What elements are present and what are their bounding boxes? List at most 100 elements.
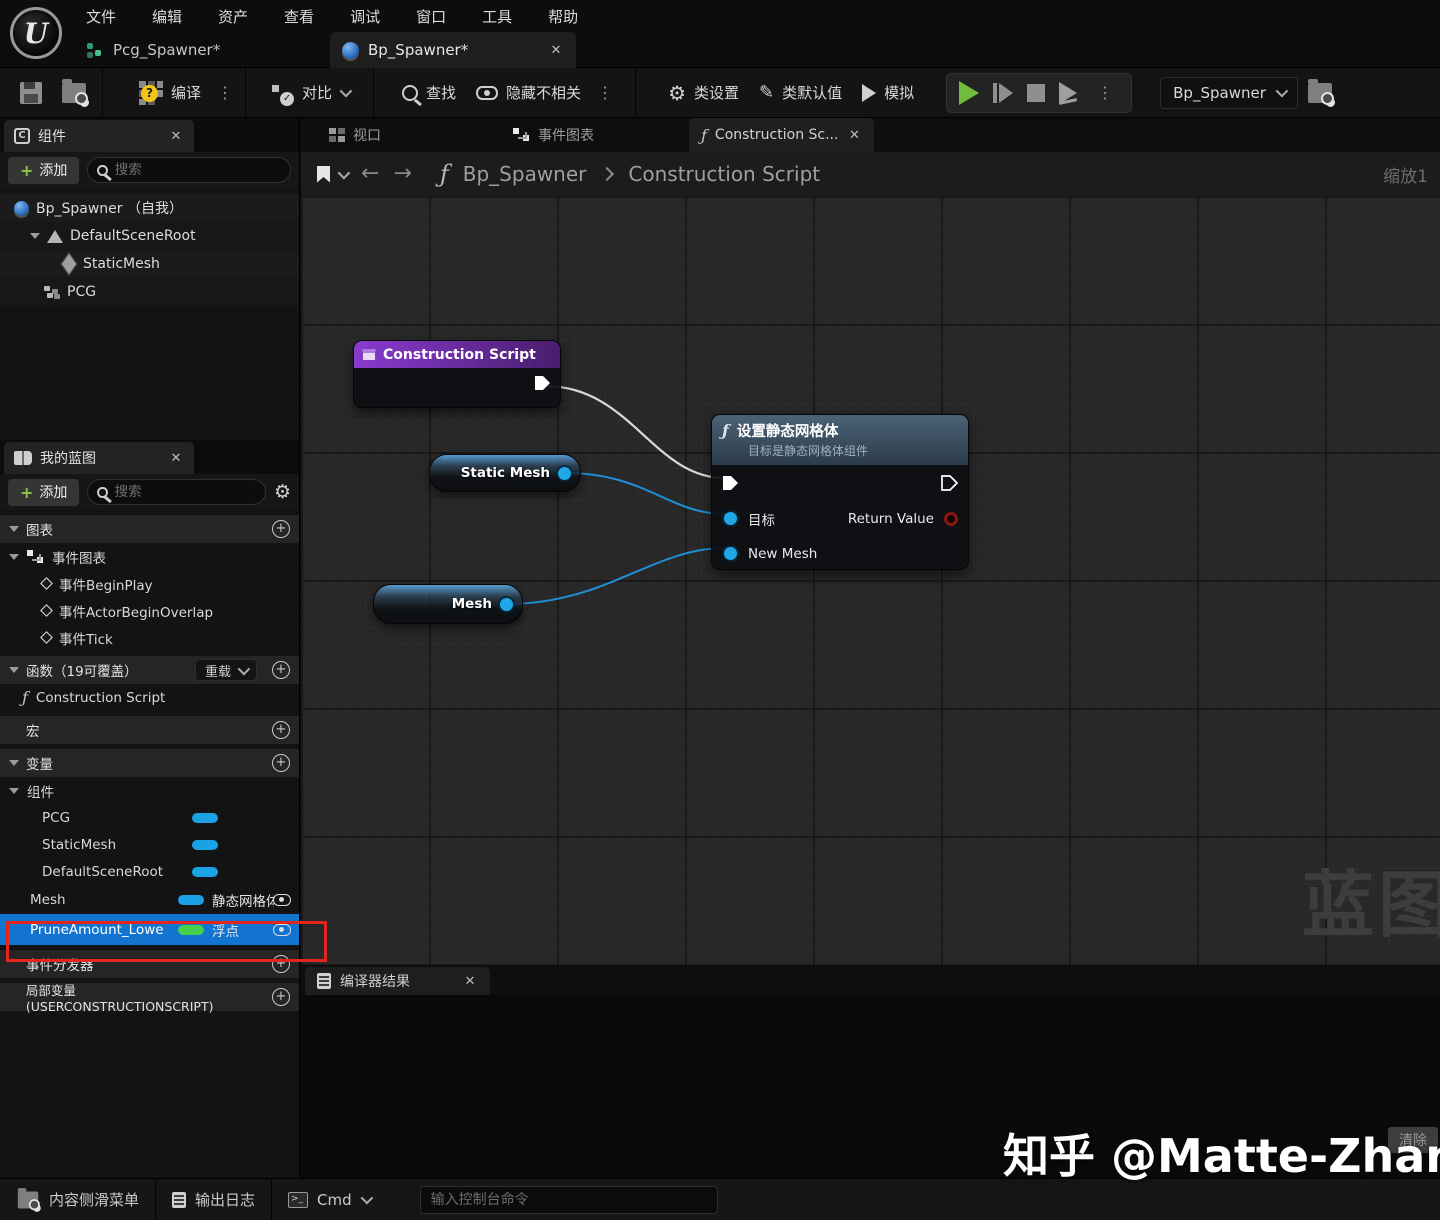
components-search[interactable] (87, 157, 291, 183)
menu-view[interactable]: 查看 (284, 6, 314, 27)
var-defaultsceneroot[interactable]: DefaultSceneRoot (0, 858, 299, 885)
content-drawer-button[interactable]: 内容侧滑菜单 (0, 1179, 155, 1220)
section-local-variables[interactable]: 局部变量 (USERCONSTRUCTIONSCRIPT) (0, 983, 299, 1014)
node-mesh-getter[interactable]: Mesh (373, 584, 523, 624)
tab-bp-spawner[interactable]: Bp_Spawner* (330, 32, 576, 68)
section-macros[interactable]: 宏 (0, 716, 299, 744)
tree-item-scene-root[interactable]: DefaultSceneRoot (0, 222, 299, 250)
var-pruneamount-selected[interactable]: PruneAmount_Lowe 浮点 (0, 914, 299, 945)
caret-down-icon[interactable] (9, 526, 19, 532)
hide-unrelated-button[interactable]: 隐藏不相关 (466, 68, 591, 118)
tab-my-blueprint[interactable]: 我的蓝图 (4, 442, 194, 474)
class-defaults-button[interactable]: 类默认值 (749, 68, 852, 118)
play-icon[interactable] (959, 80, 980, 105)
item-event-graph[interactable]: 事件图表 (0, 543, 299, 570)
caret-down-icon[interactable] (9, 553, 19, 560)
breadcrumb-root[interactable]: Bp_Spawner (463, 162, 587, 186)
graph-canvas[interactable]: Construction Script Static Mesh Mesh ƒ 设… (301, 196, 1440, 965)
section-variables[interactable]: 变量 (0, 749, 299, 777)
play-options-kebab-icon[interactable] (1091, 83, 1119, 102)
add-dispatcher-icon[interactable] (272, 955, 290, 973)
var-staticmesh[interactable]: StaticMesh (0, 831, 299, 858)
target-pin[interactable] (724, 512, 737, 525)
save-button[interactable] (0, 68, 52, 118)
output-pin[interactable] (500, 597, 513, 611)
add-macro-icon[interactable] (272, 721, 290, 739)
node-set-static-mesh[interactable]: ƒ 设置静态网格体 目标是静态网格体组件 目标 Return Value New… (711, 414, 969, 570)
return-value-pin[interactable] (944, 512, 958, 526)
menu-tools[interactable]: 工具 (482, 6, 512, 27)
visibility-eye-icon[interactable] (273, 893, 291, 906)
item-event-tick[interactable]: 事件Tick (0, 624, 299, 651)
close-icon[interactable] (168, 450, 184, 466)
menu-asset[interactable]: 资产 (218, 6, 248, 27)
my-blueprint-search-input[interactable] (114, 484, 256, 500)
node-construction-script[interactable]: Construction Script (353, 340, 561, 408)
exec-out-pin[interactable] (534, 375, 551, 391)
add-local-variable-icon[interactable] (272, 988, 290, 1006)
section-functions[interactable]: 函数（19可覆盖） 重载 (0, 656, 299, 684)
menu-edit[interactable]: 编辑 (152, 6, 182, 27)
new-mesh-pin[interactable] (724, 547, 737, 560)
item-event-actorbeginoverlap[interactable]: 事件ActorBeginOverlap (0, 597, 299, 624)
close-icon[interactable] (548, 42, 564, 58)
unreal-logo-icon[interactable]: U (10, 7, 62, 59)
frame-skip-icon[interactable] (993, 82, 1013, 103)
caret-down-icon[interactable] (9, 760, 19, 766)
caret-down-icon[interactable] (9, 787, 19, 794)
visibility-eye-icon[interactable] (273, 923, 291, 936)
menu-window[interactable]: 窗口 (416, 6, 446, 27)
bookmark-icon[interactable] (317, 165, 330, 183)
simulate-button[interactable]: 模拟 (852, 68, 924, 118)
add-component-button[interactable]: + 添加 (8, 156, 80, 184)
item-construction-script[interactable]: ƒ Construction Script (0, 684, 299, 711)
tab-event-graph[interactable]: 事件图表 (501, 118, 606, 152)
browse-debug-button[interactable] (1298, 68, 1342, 118)
section-event-dispatchers[interactable]: 事件分发器 (0, 950, 299, 978)
output-pin[interactable] (558, 466, 571, 480)
close-icon[interactable] (168, 128, 184, 144)
category-components[interactable]: 组件 (0, 777, 299, 804)
stop-icon[interactable] (1027, 83, 1046, 102)
item-event-beginplay[interactable]: 事件BeginPlay (0, 570, 299, 597)
nav-back-icon[interactable]: ← (361, 163, 379, 185)
menu-help[interactable]: 帮助 (548, 6, 578, 27)
tab-pcg-spawner[interactable]: Pcg_Spawner* (74, 32, 232, 68)
var-pcg[interactable]: PCG (0, 804, 299, 831)
menu-debug[interactable]: 调试 (350, 6, 380, 27)
add-variable-icon[interactable] (272, 754, 290, 772)
var-mesh[interactable]: Mesh 静态网格体 (0, 885, 299, 914)
add-function-icon[interactable] (272, 661, 290, 679)
close-icon[interactable] (462, 973, 478, 989)
exec-in-pin[interactable] (722, 475, 739, 491)
eject-icon[interactable] (1059, 81, 1078, 104)
nav-forward-icon[interactable]: → (393, 163, 411, 185)
caret-down-icon[interactable] (30, 233, 40, 239)
node-static-mesh-getter[interactable]: Static Mesh (429, 454, 581, 492)
diff-button[interactable]: 对比 (262, 68, 359, 118)
section-graphs[interactable]: 图表 (0, 515, 299, 543)
cmd-dropdown[interactable]: >_ Cmd (272, 1179, 386, 1220)
output-log-button[interactable]: 输出日志 (156, 1179, 271, 1220)
console-command-input[interactable] (419, 1185, 718, 1214)
tree-item-static-mesh[interactable]: StaticMesh (0, 250, 299, 278)
add-blueprint-item-button[interactable]: + 添加 (8, 478, 80, 506)
add-graph-icon[interactable] (272, 520, 290, 538)
compile-options-kebab-icon[interactable] (211, 83, 239, 102)
menu-file[interactable]: 文件 (86, 6, 116, 27)
my-blueprint-search[interactable] (87, 479, 266, 505)
tree-item-pcg[interactable]: PCG (0, 278, 299, 306)
tab-compiler-results[interactable]: 编译器结果 (305, 967, 490, 995)
chevron-down-icon[interactable] (337, 166, 351, 179)
tab-construction-script[interactable]: ƒ Construction Sc... (689, 118, 875, 152)
browse-asset-button[interactable] (52, 68, 96, 118)
caret-down-icon[interactable] (9, 667, 19, 673)
breadcrumb-current[interactable]: Construction Script (628, 162, 820, 186)
class-settings-button[interactable]: 类设置 (658, 68, 749, 118)
compile-button[interactable]: ? 编译 (129, 68, 211, 118)
tab-viewport[interactable]: 视口 (317, 118, 393, 152)
debug-object-dropdown[interactable]: Bp_Spawner (1160, 76, 1298, 109)
components-search-input[interactable] (114, 162, 281, 178)
hide-options-kebab-icon[interactable] (591, 83, 619, 102)
filter-gear-icon[interactable] (274, 481, 291, 503)
